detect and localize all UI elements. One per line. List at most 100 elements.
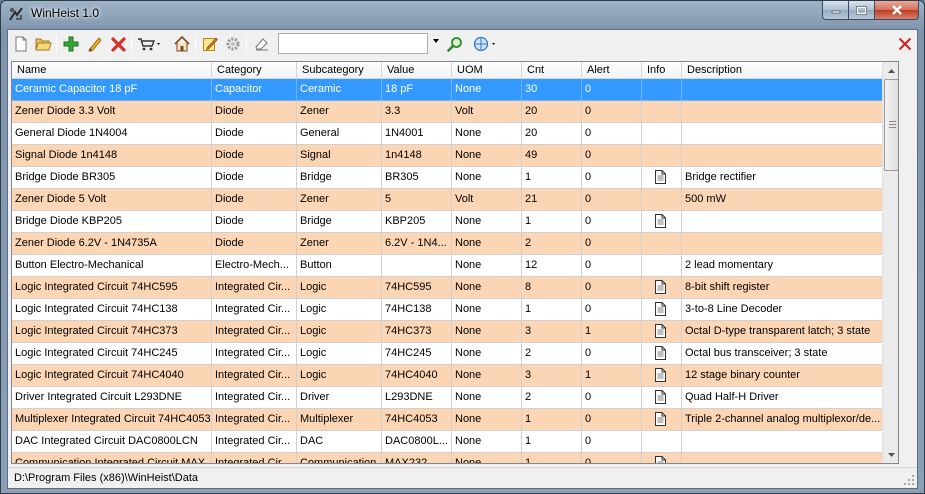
edit-button[interactable] <box>85 34 105 54</box>
table-row[interactable]: Zener Diode 6.2V - 1N4735A Diode Zener 6.2V… <box>12 233 882 255</box>
table-row[interactable]: Signal Diode 1n4148 Diode Signal 1n4148 None… <box>12 145 882 167</box>
column-header-category[interactable]: Category <box>212 62 297 79</box>
cell-subcategory: Logic <box>297 321 382 343</box>
document-icon[interactable] <box>655 456 666 464</box>
table-row[interactable]: Multiplexer Integrated Circuit 74HC4053 I… <box>12 409 882 431</box>
table-row[interactable]: Button Electro-Mechanical Electro-Mech...… <box>12 255 882 277</box>
cell-uom: None <box>452 145 522 167</box>
document-icon[interactable] <box>655 390 666 404</box>
cell-cnt: 1 <box>522 431 582 453</box>
table-row[interactable]: DAC Integrated Circuit DAC0800LCN Integra… <box>12 431 882 453</box>
document-icon[interactable] <box>655 368 666 382</box>
cell-cnt: 12 <box>522 255 582 277</box>
cell-uom: Volt <box>452 189 522 211</box>
window-close-button[interactable] <box>875 1 919 20</box>
column-header-description[interactable]: Description <box>682 62 882 79</box>
cell-subcategory: Zener <box>297 101 382 123</box>
scroll-up-button[interactable] <box>883 62 898 79</box>
table-row[interactable]: Logic Integrated Circuit 74HC245 Integrat… <box>12 343 882 365</box>
cell-name: Logic Integrated Circuit 74HC4040 <box>12 365 212 387</box>
column-header-info[interactable]: Info <box>642 62 682 79</box>
table-row[interactable]: Logic Integrated Circuit 74HC373 Integrat… <box>12 321 882 343</box>
document-icon[interactable] <box>655 324 666 338</box>
column-header-name[interactable]: Name <box>12 62 212 79</box>
cell-value: 1n4148 <box>382 145 452 167</box>
cell-category: Diode <box>212 123 297 145</box>
vertical-scrollbar[interactable] <box>882 62 898 463</box>
search-go-button[interactable] <box>445 34 465 54</box>
cell-description <box>682 79 882 101</box>
cell-cnt: 20 <box>522 123 582 145</box>
cell-uom: None <box>452 321 522 343</box>
new-button[interactable] <box>11 34 31 54</box>
cell-uom: None <box>452 365 522 387</box>
column-header-uom[interactable]: UOM <box>452 62 522 79</box>
title-bar[interactable]: WinHeist 1.0 <box>1 1 924 27</box>
cell-name: Multiplexer Integrated Circuit 74HC4053 <box>12 409 212 431</box>
document-icon[interactable] <box>655 214 666 228</box>
document-icon[interactable] <box>655 170 666 184</box>
table-row[interactable]: General Diode 1N4004 Diode General 1N4001 No… <box>12 123 882 145</box>
cell-info <box>642 233 682 255</box>
cell-uom: None <box>452 255 522 277</box>
table-row[interactable]: Ceramic Capacitor 18 pF Capacitor Ceramic 1… <box>12 79 882 101</box>
web-button[interactable] <box>472 34 500 54</box>
eraser-button[interactable] <box>252 34 272 54</box>
document-icon[interactable] <box>655 280 666 294</box>
scroll-thumb[interactable] <box>884 79 898 171</box>
table-row[interactable]: Logic Integrated Circuit 74HC4040 Integra… <box>12 365 882 387</box>
resize-grip-icon[interactable] <box>903 474 915 486</box>
arrow-up-icon <box>888 68 895 73</box>
cell-subcategory: Button <box>297 255 382 277</box>
cell-info <box>642 453 682 464</box>
cell-cnt: 8 <box>522 277 582 299</box>
maximize-button[interactable] <box>849 1 875 20</box>
cell-subcategory: General <box>297 123 382 145</box>
table-row[interactable]: Zener Diode 5 Volt Diode Zener 5 Volt 21 0 500 … <box>12 189 882 211</box>
table-row[interactable]: Driver Integrated Circuit L293DNE Integra… <box>12 387 882 409</box>
cell-description <box>682 431 882 453</box>
cell-cnt: 30 <box>522 79 582 101</box>
column-header-subcategory[interactable]: Subcategory <box>297 62 382 79</box>
cell-cnt: 2 <box>522 343 582 365</box>
table-row[interactable]: Bridge Diode KBP205 Diode Bridge KBP205 None… <box>12 211 882 233</box>
cell-info <box>642 299 682 321</box>
cell-subcategory: Communication <box>297 453 382 463</box>
cell-subcategory: Logic <box>297 277 382 299</box>
client-area: Name Category Subcategory Value UOM Cnt … <box>7 29 918 489</box>
column-header-alert[interactable]: Alert <box>582 62 642 79</box>
table-row[interactable]: Zener Diode 3.3 Volt Diode Zener 3.3 Volt 20 0 <box>12 101 882 123</box>
search-input[interactable] <box>278 33 428 54</box>
table-row[interactable]: Logic Integrated Circuit 74HC595 Integrat… <box>12 277 882 299</box>
parts-grid[interactable]: Name Category Subcategory Value UOM Cnt … <box>11 61 899 464</box>
open-button[interactable] <box>33 34 53 54</box>
cart-button[interactable] <box>136 34 164 54</box>
document-icon[interactable] <box>655 346 666 360</box>
delete-button[interactable] <box>108 34 128 54</box>
cell-info <box>642 79 682 101</box>
cell-cnt: 1 <box>522 409 582 431</box>
document-icon[interactable] <box>655 412 666 426</box>
scroll-down-button[interactable] <box>883 446 898 463</box>
settings-button[interactable] <box>223 34 243 54</box>
app-icon <box>9 7 23 21</box>
table-row[interactable]: Bridge Diode BR305 Diode Bridge BR305 None 1 0… <box>12 167 882 189</box>
close-view-button[interactable] <box>895 34 915 54</box>
cell-uom: None <box>452 431 522 453</box>
table-row[interactable]: Communication Integrated Circuit MAX... I… <box>12 453 882 464</box>
home-button[interactable] <box>172 34 192 54</box>
cell-alert: 0 <box>582 343 642 365</box>
notes-button[interactable] <box>200 34 220 54</box>
cell-subcategory: Logic <box>297 299 382 321</box>
add-icon <box>63 36 79 52</box>
minimize-button[interactable] <box>822 1 849 20</box>
column-header-cnt[interactable]: Cnt <box>522 62 582 79</box>
cell-value: 18 pF <box>382 79 452 101</box>
document-icon[interactable] <box>655 302 666 316</box>
add-button[interactable] <box>61 34 81 54</box>
table-row[interactable]: Logic Integrated Circuit 74HC138 Integrat… <box>12 299 882 321</box>
search-dropdown-arrow[interactable] <box>433 39 439 43</box>
web-icon <box>473 36 495 52</box>
column-header-value[interactable]: Value <box>382 62 452 79</box>
cell-description <box>682 453 882 463</box>
